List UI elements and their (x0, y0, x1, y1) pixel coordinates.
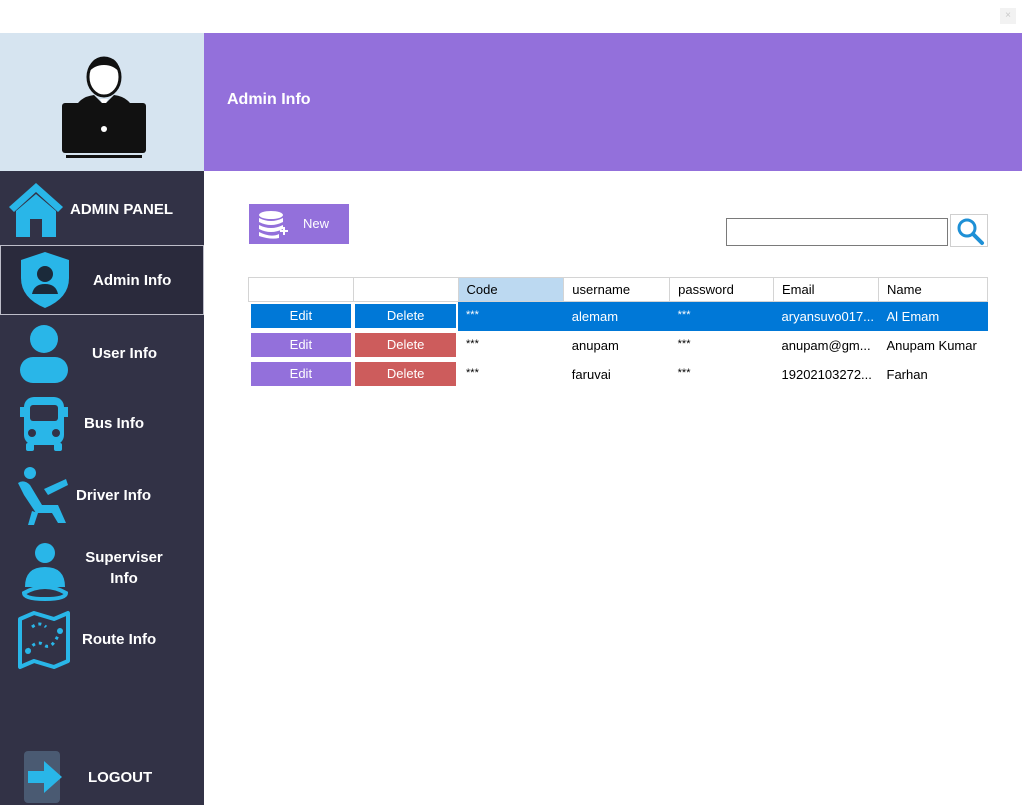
cell-username[interactable]: alemam (563, 301, 670, 331)
shield-user-icon (21, 252, 69, 308)
cell-username[interactable]: anupam (564, 331, 670, 360)
sidebar-item-admin-info[interactable]: Admin Info (0, 245, 204, 315)
cell-password[interactable]: *** (670, 331, 774, 360)
delete-button[interactable]: Delete (355, 362, 457, 386)
admin-data-grid: Code username password Email Name Edit D… (248, 277, 988, 389)
column-header-name[interactable]: Name (878, 277, 988, 302)
sidebar-panel-title: ADMIN PANEL (0, 177, 204, 243)
table-row[interactable]: Edit Delete *** faruvai *** 19202103272.… (249, 360, 988, 389)
new-button[interactable]: New (249, 204, 349, 244)
sidebar-item-label: Superviser Info (85, 549, 163, 587)
database-add-icon (259, 211, 288, 239)
sidebar-item-label: Bus Info (84, 415, 144, 432)
new-button-label: New (303, 216, 330, 231)
sidebar-item-label: Admin Info (93, 272, 172, 289)
page-title: Admin Info (227, 91, 311, 108)
cell-name[interactable]: Anupam Kumar (879, 331, 988, 360)
sidebar: ADMIN PANEL Admin Info User Info Bus Inf… (0, 171, 204, 805)
cell-email[interactable]: aryansuvo017... (773, 301, 879, 331)
sidebar-item-user-info[interactable]: User Info (0, 319, 204, 389)
close-button[interactable]: × (1000, 8, 1016, 24)
home-icon (9, 183, 63, 237)
map-icon (18, 611, 70, 669)
logout-arrow-icon (24, 751, 62, 803)
cell-name[interactable]: Al Emam (878, 301, 988, 331)
sidebar-item-label: User Info (92, 345, 158, 362)
search-input[interactable] (726, 218, 948, 246)
sidebar-item-label: Route Info (82, 631, 157, 648)
bus-icon (20, 397, 68, 451)
table-row[interactable]: Edit Delete *** alemam *** aryansuvo017.… (248, 301, 988, 331)
column-header-username[interactable]: username (563, 277, 671, 302)
sidebar-item-route-info[interactable]: Route Info (0, 607, 204, 677)
table-row[interactable]: Edit Delete *** anupam *** anupam@gm... … (249, 331, 988, 360)
sidebar-item-label: Driver Info (76, 487, 152, 504)
page-header: Admin Info (204, 33, 1022, 171)
supervisor-icon (21, 543, 69, 602)
edit-button[interactable]: Edit (250, 304, 352, 329)
delete-button[interactable]: Delete (355, 304, 457, 329)
sidebar-item-superviser-info[interactable]: Superviser Info (0, 535, 204, 613)
logout-button[interactable]: LOGOUT (0, 745, 204, 805)
sidebar-item-driver-info[interactable]: Driver Info (0, 463, 204, 533)
cell-password[interactable]: *** (670, 360, 774, 389)
cell-email[interactable]: 19202103272... (774, 360, 879, 389)
driver-icon (18, 467, 68, 525)
search-icon (957, 218, 984, 245)
cell-password[interactable]: *** (669, 301, 774, 331)
column-header-code[interactable]: Code (458, 277, 565, 302)
cell-username[interactable]: faruvai (564, 360, 670, 389)
edit-button[interactable]: Edit (250, 333, 352, 357)
column-header-email[interactable]: Email (773, 277, 879, 302)
sidebar-item-bus-info[interactable]: Bus Info (0, 391, 204, 461)
grid-header-row: Code username password Email Name (248, 277, 988, 302)
column-header-password[interactable]: password (669, 277, 775, 302)
admin-avatar-icon (62, 56, 146, 158)
cell-name[interactable]: Farhan (879, 360, 988, 389)
edit-button[interactable]: Edit (250, 362, 352, 386)
title-bar: × (0, 0, 1022, 33)
cell-code[interactable]: *** (458, 331, 564, 360)
user-icon (20, 325, 68, 383)
logout-label: LOGOUT (88, 769, 153, 786)
column-header-edit[interactable] (248, 277, 354, 302)
cell-code[interactable]: *** (458, 360, 564, 389)
main-content: New Code username password Email Name Ed… (204, 171, 1022, 805)
sidebar-panel-label: ADMIN PANEL (70, 201, 174, 218)
search-button[interactable] (950, 214, 988, 247)
cell-code[interactable]: *** (458, 301, 564, 331)
cell-email[interactable]: anupam@gm... (774, 331, 879, 360)
column-header-delete[interactable] (353, 277, 459, 302)
delete-button[interactable]: Delete (355, 333, 457, 357)
admin-avatar-panel (0, 33, 204, 171)
